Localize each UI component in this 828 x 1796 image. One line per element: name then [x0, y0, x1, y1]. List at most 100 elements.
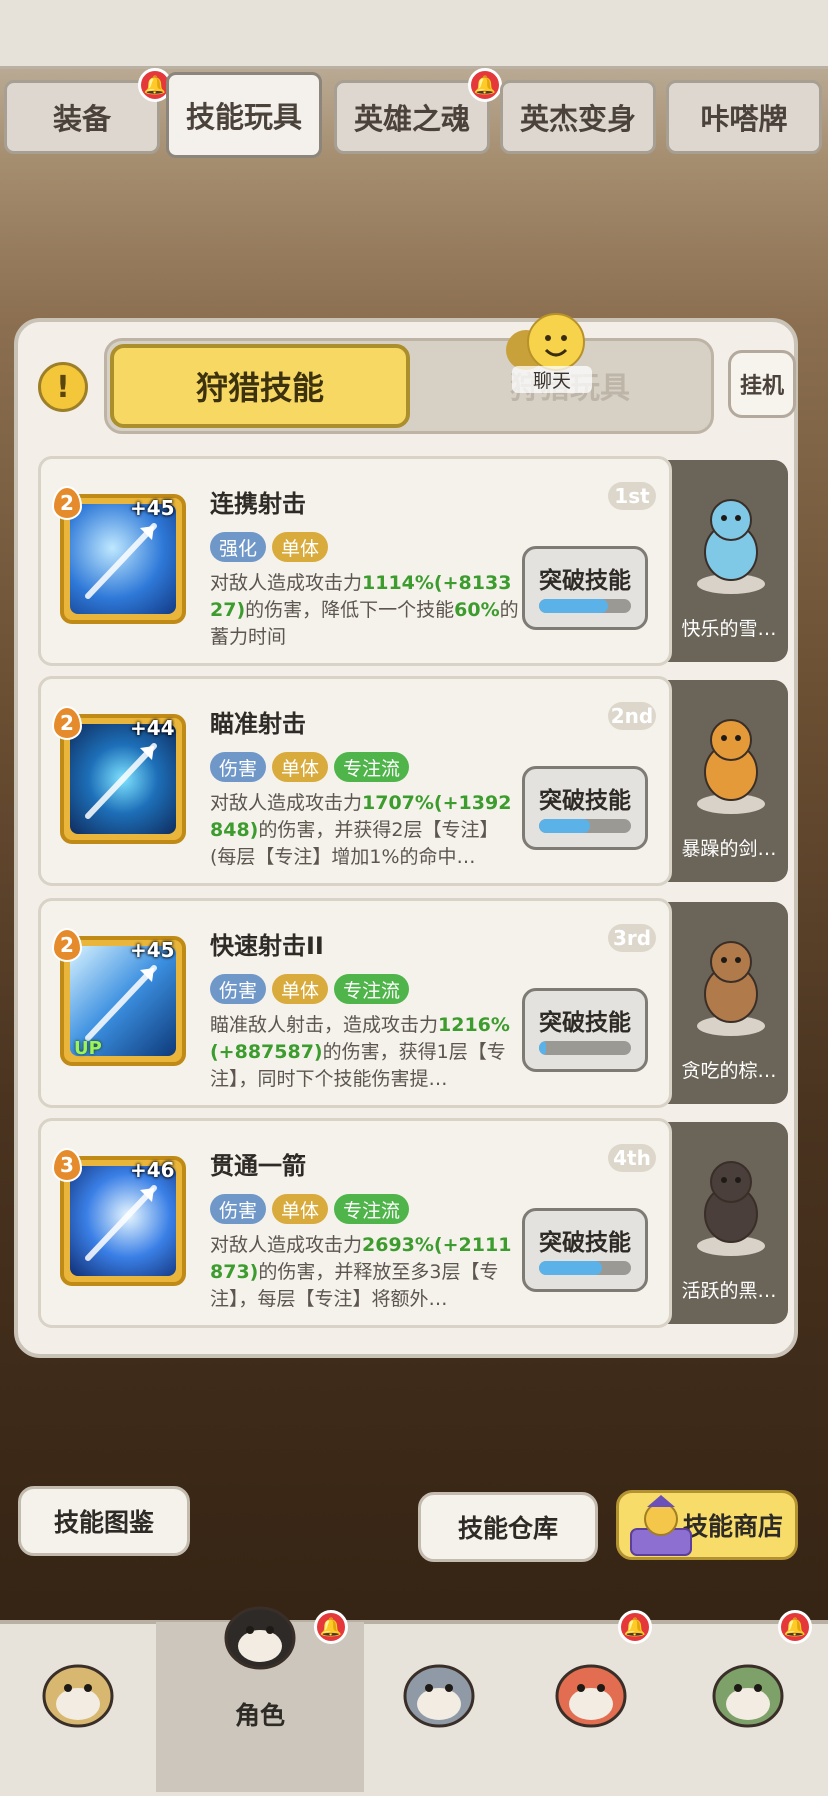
skill-tag: 单体 — [272, 1194, 329, 1224]
skill-level-badge: 2 — [52, 928, 82, 962]
pet-name: 暴躁的剑… — [681, 838, 777, 860]
top-decor-strip — [0, 0, 828, 69]
arrow-icon — [85, 965, 157, 1041]
skill-description: 对敌人造成攻击力1707%(+1392848)的伤害，并获得2层【专注】(每层【… — [210, 790, 520, 871]
skill-plus-value: +46 — [130, 1158, 175, 1182]
chat-label: 聊天 — [512, 366, 592, 393]
info-alert-icon[interactable]: ! — [38, 362, 88, 412]
break-progress-bar — [539, 819, 631, 833]
arrow-icon — [85, 1185, 157, 1261]
skill-name: 贯通一箭 — [210, 1152, 306, 1180]
skill-tag: 单体 — [272, 752, 329, 782]
nav-notification-badge-icon: 🔔 — [778, 1610, 812, 1644]
skill-plus-value: +45 — [130, 496, 175, 520]
skill-tag: 专注流 — [334, 1194, 410, 1224]
skill-row: 2 +45 连携射击 1st 强化 单体 对敌人造成攻击力1114%(+81332… — [38, 456, 788, 666]
idle-button[interactable]: 挂机 — [728, 350, 796, 418]
nav-tab-3[interactable]: 🔔 — [514, 1610, 668, 1792]
break-progress-fill — [539, 599, 608, 613]
skill-tag: 单体 — [272, 974, 329, 1004]
skill-rank-badge: 3rd — [608, 924, 656, 952]
break-progress-fill — [539, 1041, 547, 1055]
arrow-icon — [85, 743, 157, 819]
tab-1[interactable]: 技能玩具 — [166, 72, 322, 158]
skill-row: 2 +44 瞄准射击 2nd 伤害 单体 专注流 对敌人造成攻击力1707%(+13… — [38, 676, 788, 886]
skill-tags: 伤害 单体 专注流 — [210, 1194, 410, 1224]
nav-character-icon — [712, 1664, 784, 1728]
skill-row: 3 +46 贯通一箭 4th 伤害 单体 专注流 对敌人造成攻击力2693%(+21… — [38, 1118, 788, 1328]
break-skill-label: 突破技能 — [539, 568, 631, 594]
skill-desc-part: 对敌人造成攻击力 — [210, 792, 363, 814]
pet-name: 活跃的黑… — [681, 1280, 777, 1302]
tab-3[interactable]: 英杰变身 — [500, 80, 656, 154]
shop-character-icon — [630, 1495, 692, 1556]
skill-desc-part: 对敌人造成攻击力 — [210, 1234, 363, 1256]
tab-notification-badge-icon: 🔔 — [468, 68, 502, 102]
skill-description: 对敌人造成攻击力1114%(+813327)的伤害，降低下一个技能60%的蓄力时… — [210, 570, 520, 651]
skill-shop-label: 技能商店 — [682, 1512, 783, 1541]
break-progress-fill — [539, 819, 590, 833]
skill-tag: 强化 — [210, 532, 267, 562]
break-skill-button[interactable]: 突破技能 — [522, 988, 648, 1072]
break-skill-button[interactable]: 突破技能 — [522, 766, 648, 850]
pet-figure-icon — [697, 1161, 765, 1256]
skill-codex-button[interactable]: 技能图鉴 — [18, 1486, 190, 1556]
nav-character-icon — [42, 1664, 114, 1728]
skill-rank-badge: 2nd — [608, 702, 656, 730]
skill-desc-part: 60% — [454, 599, 500, 621]
pet-figure-icon — [697, 499, 765, 594]
skill-warehouse-button[interactable]: 技能仓库 — [418, 1492, 598, 1562]
skill-level-badge: 2 — [52, 486, 82, 520]
nav-character-icon — [555, 1664, 627, 1728]
main-tabs: 装备 🔔 技能玩具 英雄之魂 🔔 英杰变身 咔嗒牌 — [0, 68, 828, 162]
pet-figure-icon — [697, 719, 765, 814]
skill-shop-button[interactable]: 技能商店 — [616, 1490, 798, 1560]
nav-tab-0[interactable] — [0, 1622, 156, 1792]
skill-description: 瞄准敌人射击，造成攻击力1216%(+887587)的伤害，获得1层【专注】，同… — [210, 1012, 520, 1093]
skill-rank-badge: 1st — [608, 482, 656, 510]
skill-row: 2 +45 UP 快速射击II 3rd 伤害 单体 专注流 瞄准敌人射击，造成攻击力… — [38, 898, 788, 1108]
skill-up-badge: UP — [74, 1038, 102, 1059]
pet-name: 快乐的雪… — [681, 618, 777, 640]
skill-tag: 伤害 — [210, 752, 267, 782]
skill-name: 连携射击 — [210, 490, 306, 518]
skill-tag: 专注流 — [334, 752, 410, 782]
break-skill-label: 突破技能 — [539, 1010, 631, 1036]
nav-tab-4[interactable]: 🔔 — [668, 1610, 828, 1792]
skill-tags: 强化 单体 — [210, 532, 329, 562]
skill-level-badge: 2 — [52, 706, 82, 740]
break-progress-bar — [539, 599, 631, 613]
break-progress-fill — [539, 1261, 602, 1275]
break-progress-bar — [539, 1261, 631, 1275]
skill-name: 快速射击II — [210, 932, 324, 960]
break-skill-button[interactable]: 突破技能 — [522, 1208, 648, 1292]
skill-description: 对敌人造成攻击力2693%(+2111873)的伤害，并释放至多3层【专注】，每… — [210, 1232, 520, 1313]
skill-tags: 伤害 单体 专注流 — [210, 974, 410, 1004]
skill-desc-part: 对敌人造成攻击力 — [210, 572, 363, 594]
skill-tag: 伤害 — [210, 1194, 267, 1224]
nav-tab-2[interactable] — [364, 1622, 514, 1792]
tab-2[interactable]: 英雄之魂 — [334, 80, 490, 154]
pet-name: 贪吃的棕… — [681, 1060, 777, 1082]
skill-rank-badge: 4th — [608, 1144, 656, 1172]
skill-plus-value: +44 — [130, 716, 175, 740]
arrow-icon — [85, 523, 157, 599]
skill-desc-part: 的伤害，降低下一个技能 — [245, 599, 455, 621]
tab-0[interactable]: 装备 — [4, 80, 160, 154]
skill-tag: 专注流 — [334, 974, 410, 1004]
break-skill-label: 突破技能 — [539, 1230, 631, 1256]
skill-desc-part: 瞄准敌人射击，造成攻击力 — [210, 1014, 439, 1036]
nav-notification-badge-icon: 🔔 — [314, 1610, 348, 1644]
skill-level-badge: 3 — [52, 1148, 82, 1182]
segment-hunting-skills[interactable]: 狩猎技能 — [110, 344, 410, 428]
break-progress-bar — [539, 1041, 631, 1055]
skill-tag: 伤害 — [210, 974, 267, 1004]
nav-character-icon — [224, 1606, 296, 1670]
pet-figure-icon — [697, 941, 765, 1036]
tab-4[interactable]: 咔嗒牌 — [666, 80, 822, 154]
skill-tags: 伤害 单体 专注流 — [210, 752, 410, 782]
skill-name: 瞄准射击 — [210, 710, 306, 738]
nav-tab-1[interactable]: 角色 🔔 — [156, 1606, 364, 1792]
break-skill-button[interactable]: 突破技能 — [522, 546, 648, 630]
nav-notification-badge-icon: 🔔 — [618, 1610, 652, 1644]
